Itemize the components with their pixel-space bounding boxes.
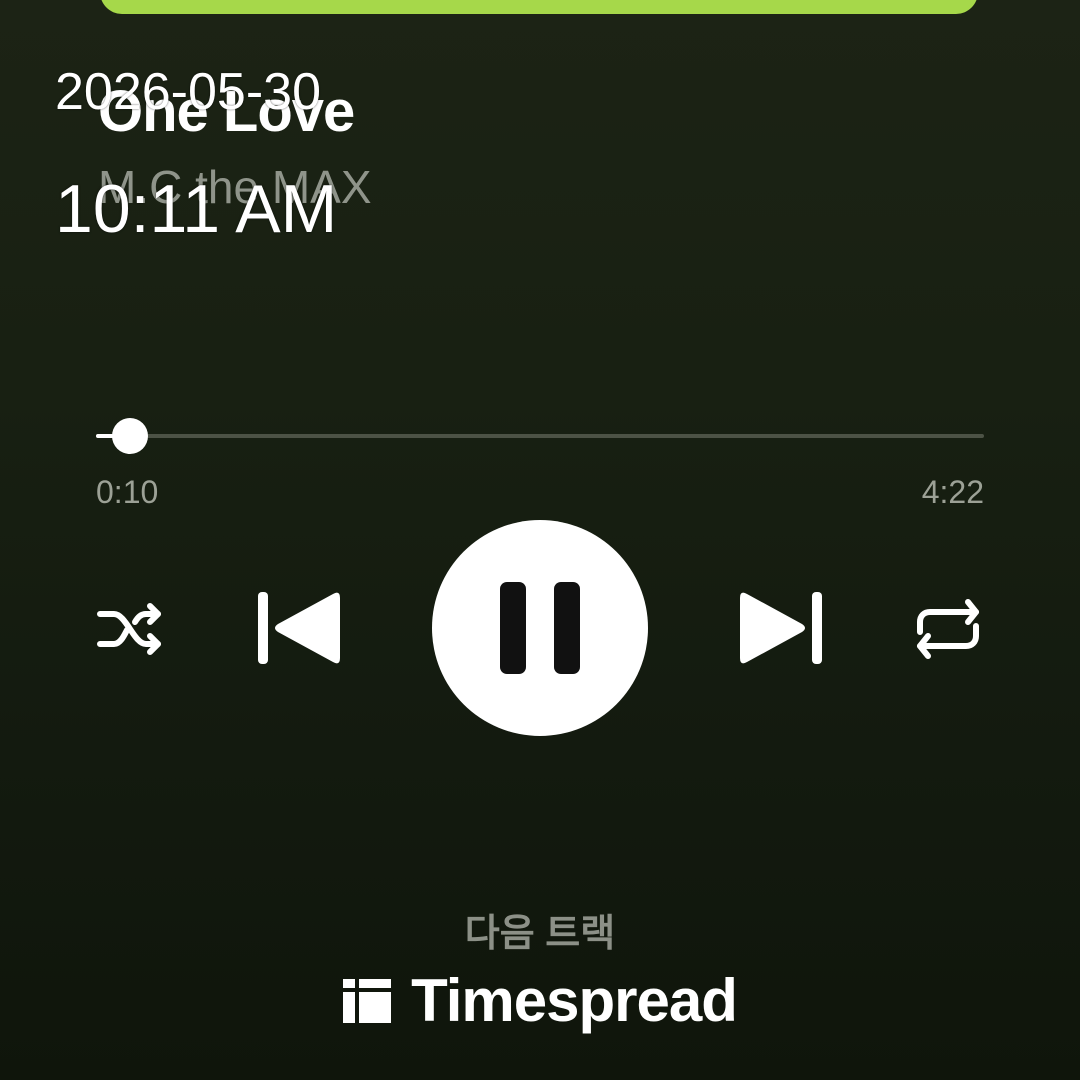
skip-previous-icon [258,592,340,664]
skip-next-icon [740,592,822,664]
shuffle-icon [97,603,161,655]
album-art [100,0,978,14]
elapsed-time: 0:10 [96,474,159,510]
watermark-text: Timespread [411,967,738,1034]
repeat-icon [917,599,979,659]
progress-track[interactable] [96,434,984,438]
overlay-date: 2026-05-30 [55,63,321,121]
watermark: Timespread [0,966,1080,1035]
timespread-logo-icon [343,978,392,1023]
previous-button[interactable] [252,588,348,668]
overlay-time: 10:11 AM [55,171,338,247]
shuffle-button[interactable] [94,592,168,666]
pause-icon [500,582,580,674]
repeat-button[interactable] [910,592,986,666]
next-button[interactable] [732,588,828,668]
next-track-label[interactable]: 다음 트랙 [0,902,1080,957]
progress-thumb[interactable] [111,418,148,454]
progress-bar[interactable] [96,418,984,454]
pause-button[interactable] [432,520,648,736]
total-time: 4:22 [921,474,984,510]
